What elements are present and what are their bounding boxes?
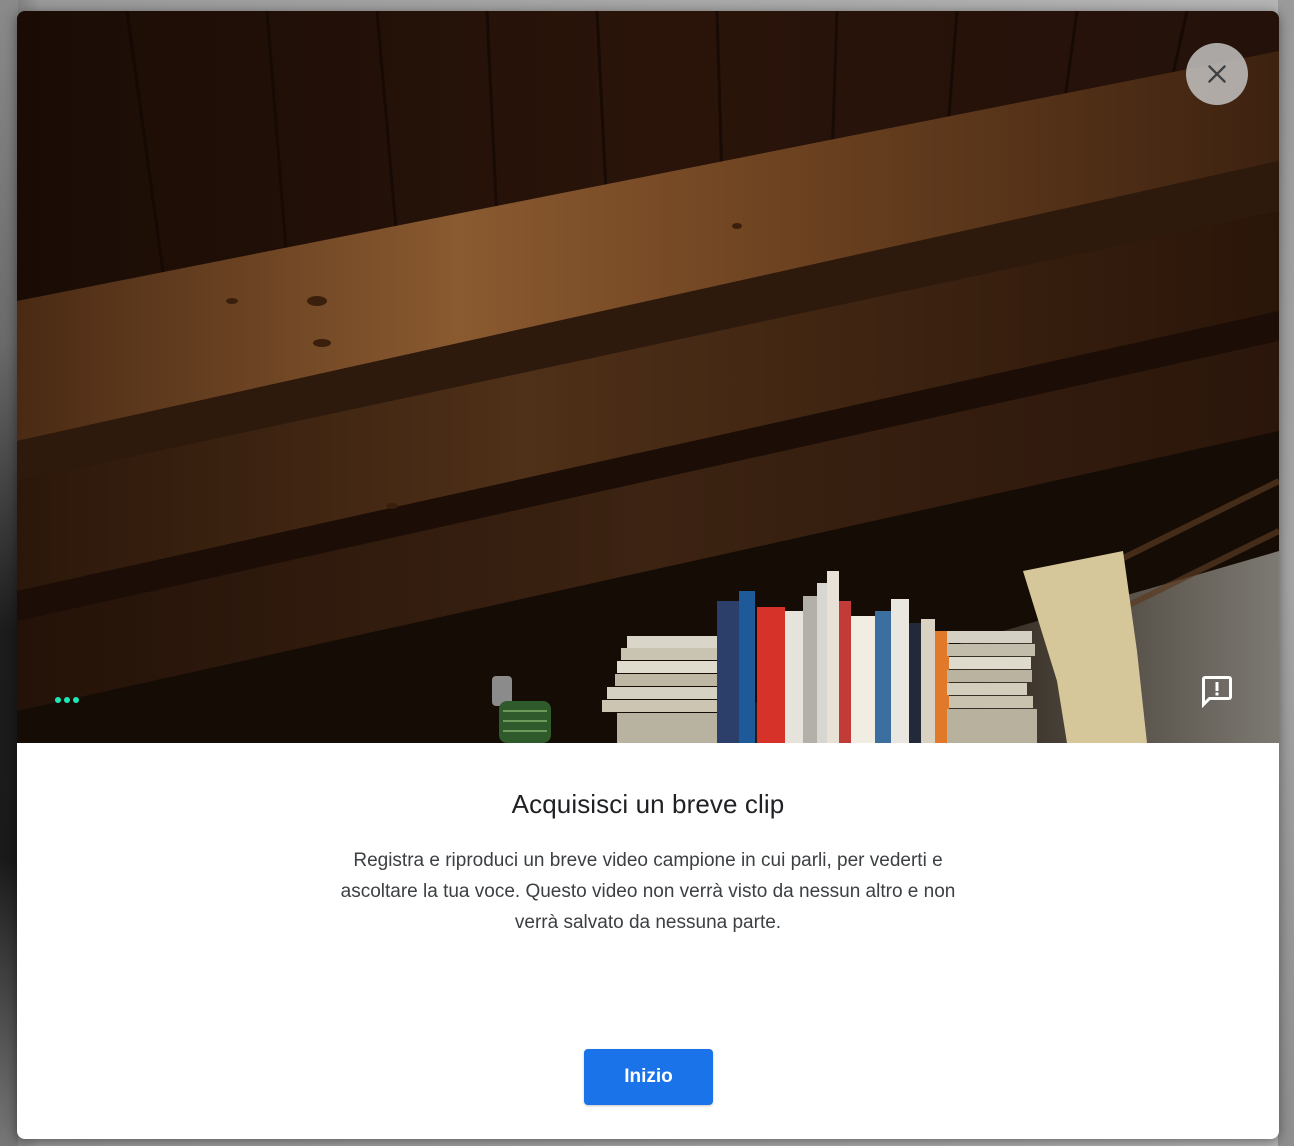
audio-level-dot (73, 697, 79, 703)
start-button[interactable]: Inizio (584, 1049, 713, 1105)
dialog-content: Acquisisci un breve clip Registra e ripr… (17, 743, 1279, 1139)
feedback-button[interactable] (1195, 669, 1239, 713)
audio-level-dot (55, 697, 61, 703)
feedback-icon (1202, 676, 1232, 709)
camera-image (17, 11, 1279, 743)
capture-clip-dialog: Acquisisci un breve clip Registra e ripr… (17, 11, 1279, 1139)
dialog-title: Acquisisci un breve clip (511, 789, 785, 819)
audio-level-dots-icon (55, 695, 79, 705)
close-button[interactable] (1186, 43, 1248, 105)
camera-preview (17, 11, 1279, 743)
dialog-description: Registra e riproduci un breve video camp… (340, 850, 956, 933)
close-icon (1208, 65, 1226, 83)
backdrop-right (1278, 0, 1294, 1146)
audio-level-dot (64, 697, 70, 703)
backdrop-left (0, 0, 18, 1146)
